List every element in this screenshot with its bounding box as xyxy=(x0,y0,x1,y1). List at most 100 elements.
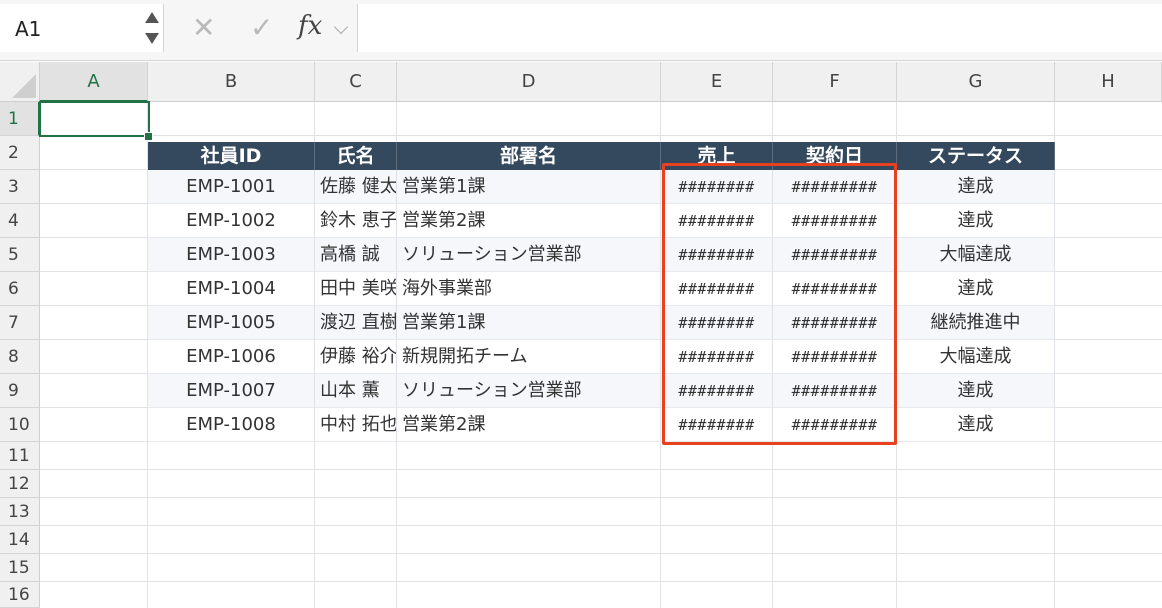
table-cell-date[interactable]: ######### xyxy=(773,340,897,374)
row-header-12[interactable]: 12 xyxy=(0,470,40,498)
table-cell-sales[interactable]: ######## xyxy=(661,170,773,204)
checkmark-icon[interactable]: ✓ xyxy=(250,14,273,42)
table-cell-sales[interactable]: ######## xyxy=(661,272,773,306)
column-header-e[interactable]: E xyxy=(661,62,773,102)
table-cell-sales[interactable]: ######## xyxy=(661,374,773,408)
fill-handle[interactable] xyxy=(144,132,153,141)
table-cell-date[interactable]: ######### xyxy=(773,170,897,204)
row-header-16[interactable]: 16 xyxy=(0,582,40,608)
table-cell-sales[interactable]: ######## xyxy=(661,306,773,340)
gridline-horizontal xyxy=(40,497,1162,498)
table-cell-sales[interactable]: ######## xyxy=(661,340,773,374)
gridline-horizontal xyxy=(40,553,1162,554)
table-cell-dept[interactable]: 新規開拓チーム xyxy=(397,340,661,374)
table-cell-id[interactable]: EMP-1008 xyxy=(148,408,315,442)
row-header-5[interactable]: 5 xyxy=(0,238,40,272)
name-box[interactable]: A1 xyxy=(0,4,164,52)
table-cell-name[interactable]: 田中 美咲 xyxy=(315,272,397,306)
table-cell-id[interactable]: EMP-1007 xyxy=(148,374,315,408)
row-header-8[interactable]: 8 xyxy=(0,340,40,374)
gridline-horizontal xyxy=(40,525,1162,526)
column-header-f[interactable]: F xyxy=(773,62,897,102)
table-cell-id[interactable]: EMP-1004 xyxy=(148,272,315,306)
table-cell-sales[interactable]: ######## xyxy=(661,408,773,442)
column-header-g[interactable]: G xyxy=(897,62,1055,102)
table-cell-dept[interactable]: 海外事業部 xyxy=(397,272,661,306)
table-cell-date[interactable]: ######### xyxy=(773,374,897,408)
chevron-up-icon[interactable] xyxy=(145,12,159,23)
table-cell-name[interactable]: 鈴木 恵子 xyxy=(315,204,397,238)
column-header-d[interactable]: D xyxy=(397,62,661,102)
table-cell-status[interactable]: 大幅達成 xyxy=(897,340,1055,374)
name-box-stepper[interactable] xyxy=(143,8,161,50)
table-cell-dept[interactable]: 営業第2課 xyxy=(397,204,661,238)
table-header-cell[interactable]: ステータス xyxy=(897,142,1055,170)
table-cell-date[interactable]: ######### xyxy=(773,272,897,306)
table-cell-id[interactable]: EMP-1003 xyxy=(148,238,315,272)
table-cell-dept[interactable]: 営業第1課 xyxy=(397,306,661,340)
table-cell-name[interactable]: 佐藤 健太 xyxy=(315,170,397,204)
table-header-cell[interactable]: 氏名 xyxy=(315,142,397,170)
row-header-2[interactable]: 2 xyxy=(0,136,40,170)
table-cell-date[interactable]: ######### xyxy=(773,238,897,272)
table-cell-id[interactable]: EMP-1006 xyxy=(148,340,315,374)
table-cell-status[interactable]: 達成 xyxy=(897,204,1055,238)
row-header-10[interactable]: 10 xyxy=(0,408,40,442)
row-header-3[interactable]: 3 xyxy=(0,170,40,204)
spreadsheet-grid: A B C D E F G H 1 2 3 4 5 6 7 8 9 10 11 12 13 14 15 16 社員ID 氏名 部署名… xyxy=(0,62,1162,608)
row-header-15[interactable]: 15 xyxy=(0,554,40,582)
table-cell-date[interactable]: ######### xyxy=(773,306,897,340)
column-header-a[interactable]: A xyxy=(40,62,148,102)
table-cell-status[interactable]: 達成 xyxy=(897,374,1055,408)
table-cell-status[interactable]: 大幅達成 xyxy=(897,238,1055,272)
column-header-h[interactable]: H xyxy=(1055,62,1162,102)
table-cell-dept[interactable]: ソリューション営業部 xyxy=(397,238,661,272)
table-cell-name[interactable]: 山本 薫 xyxy=(315,374,397,408)
table-header-cell[interactable]: 部署名 xyxy=(397,142,661,170)
chevron-down-icon[interactable] xyxy=(333,19,349,35)
table-cell-dept[interactable]: 営業第2課 xyxy=(397,408,661,442)
table-cell-status[interactable]: 達成 xyxy=(897,170,1055,204)
select-all-corner[interactable] xyxy=(0,62,40,102)
gridline-horizontal xyxy=(40,135,1162,136)
row-header-6[interactable]: 6 xyxy=(0,272,40,306)
table-cell-id[interactable]: EMP-1002 xyxy=(148,204,315,238)
table-cell-status[interactable]: 達成 xyxy=(897,272,1055,306)
row-header-4[interactable]: 4 xyxy=(0,204,40,238)
table-cell-date[interactable]: ######### xyxy=(773,408,897,442)
table-cell-status[interactable]: 継続推進中 xyxy=(897,306,1055,340)
table-cell-date[interactable]: ######### xyxy=(773,204,897,238)
column-header-b[interactable]: B xyxy=(148,62,315,102)
table-cell-name[interactable]: 渡辺 直樹 xyxy=(315,306,397,340)
row-header-7[interactable]: 7 xyxy=(0,306,40,340)
column-header-c[interactable]: C xyxy=(315,62,397,102)
table-cell-id[interactable]: EMP-1005 xyxy=(148,306,315,340)
table-cell-sales[interactable]: ######## xyxy=(661,204,773,238)
row-header-1[interactable]: 1 xyxy=(0,102,40,136)
gridline-horizontal xyxy=(40,581,1162,582)
cancel-icon[interactable]: ✕ xyxy=(192,14,215,42)
insert-function-icon[interactable]: fx xyxy=(298,12,322,41)
active-cell-selection[interactable] xyxy=(39,101,150,137)
table-cell-status[interactable]: 達成 xyxy=(897,408,1055,442)
formula-input[interactable] xyxy=(357,4,1162,52)
table-cell-sales[interactable]: ######## xyxy=(661,238,773,272)
chevron-down-icon[interactable] xyxy=(145,33,159,44)
table-cell-name[interactable]: 高橋 誠 xyxy=(315,238,397,272)
table-header-cell[interactable]: 契約日 xyxy=(773,142,897,170)
table-cell-dept[interactable]: ソリューション営業部 xyxy=(397,374,661,408)
table-cell-id[interactable]: EMP-1001 xyxy=(148,170,315,204)
row-header-14[interactable]: 14 xyxy=(0,526,40,554)
formula-controls: ✕ ✓ fx xyxy=(172,4,356,52)
row-header-9[interactable]: 9 xyxy=(0,374,40,408)
table-header-cell[interactable]: 売上 xyxy=(661,142,773,170)
table-cell-name[interactable]: 伊藤 裕介 xyxy=(315,340,397,374)
gridline-horizontal xyxy=(40,469,1162,470)
row-header-13[interactable]: 13 xyxy=(0,498,40,526)
row-header-11[interactable]: 11 xyxy=(0,442,40,470)
table-header-cell[interactable]: 社員ID xyxy=(148,142,315,170)
formula-bar: A1 ✕ ✓ fx xyxy=(0,0,1162,61)
name-box-value: A1 xyxy=(15,17,42,41)
table-cell-name[interactable]: 中村 拓也 xyxy=(315,408,397,442)
table-cell-dept[interactable]: 営業第1課 xyxy=(397,170,661,204)
